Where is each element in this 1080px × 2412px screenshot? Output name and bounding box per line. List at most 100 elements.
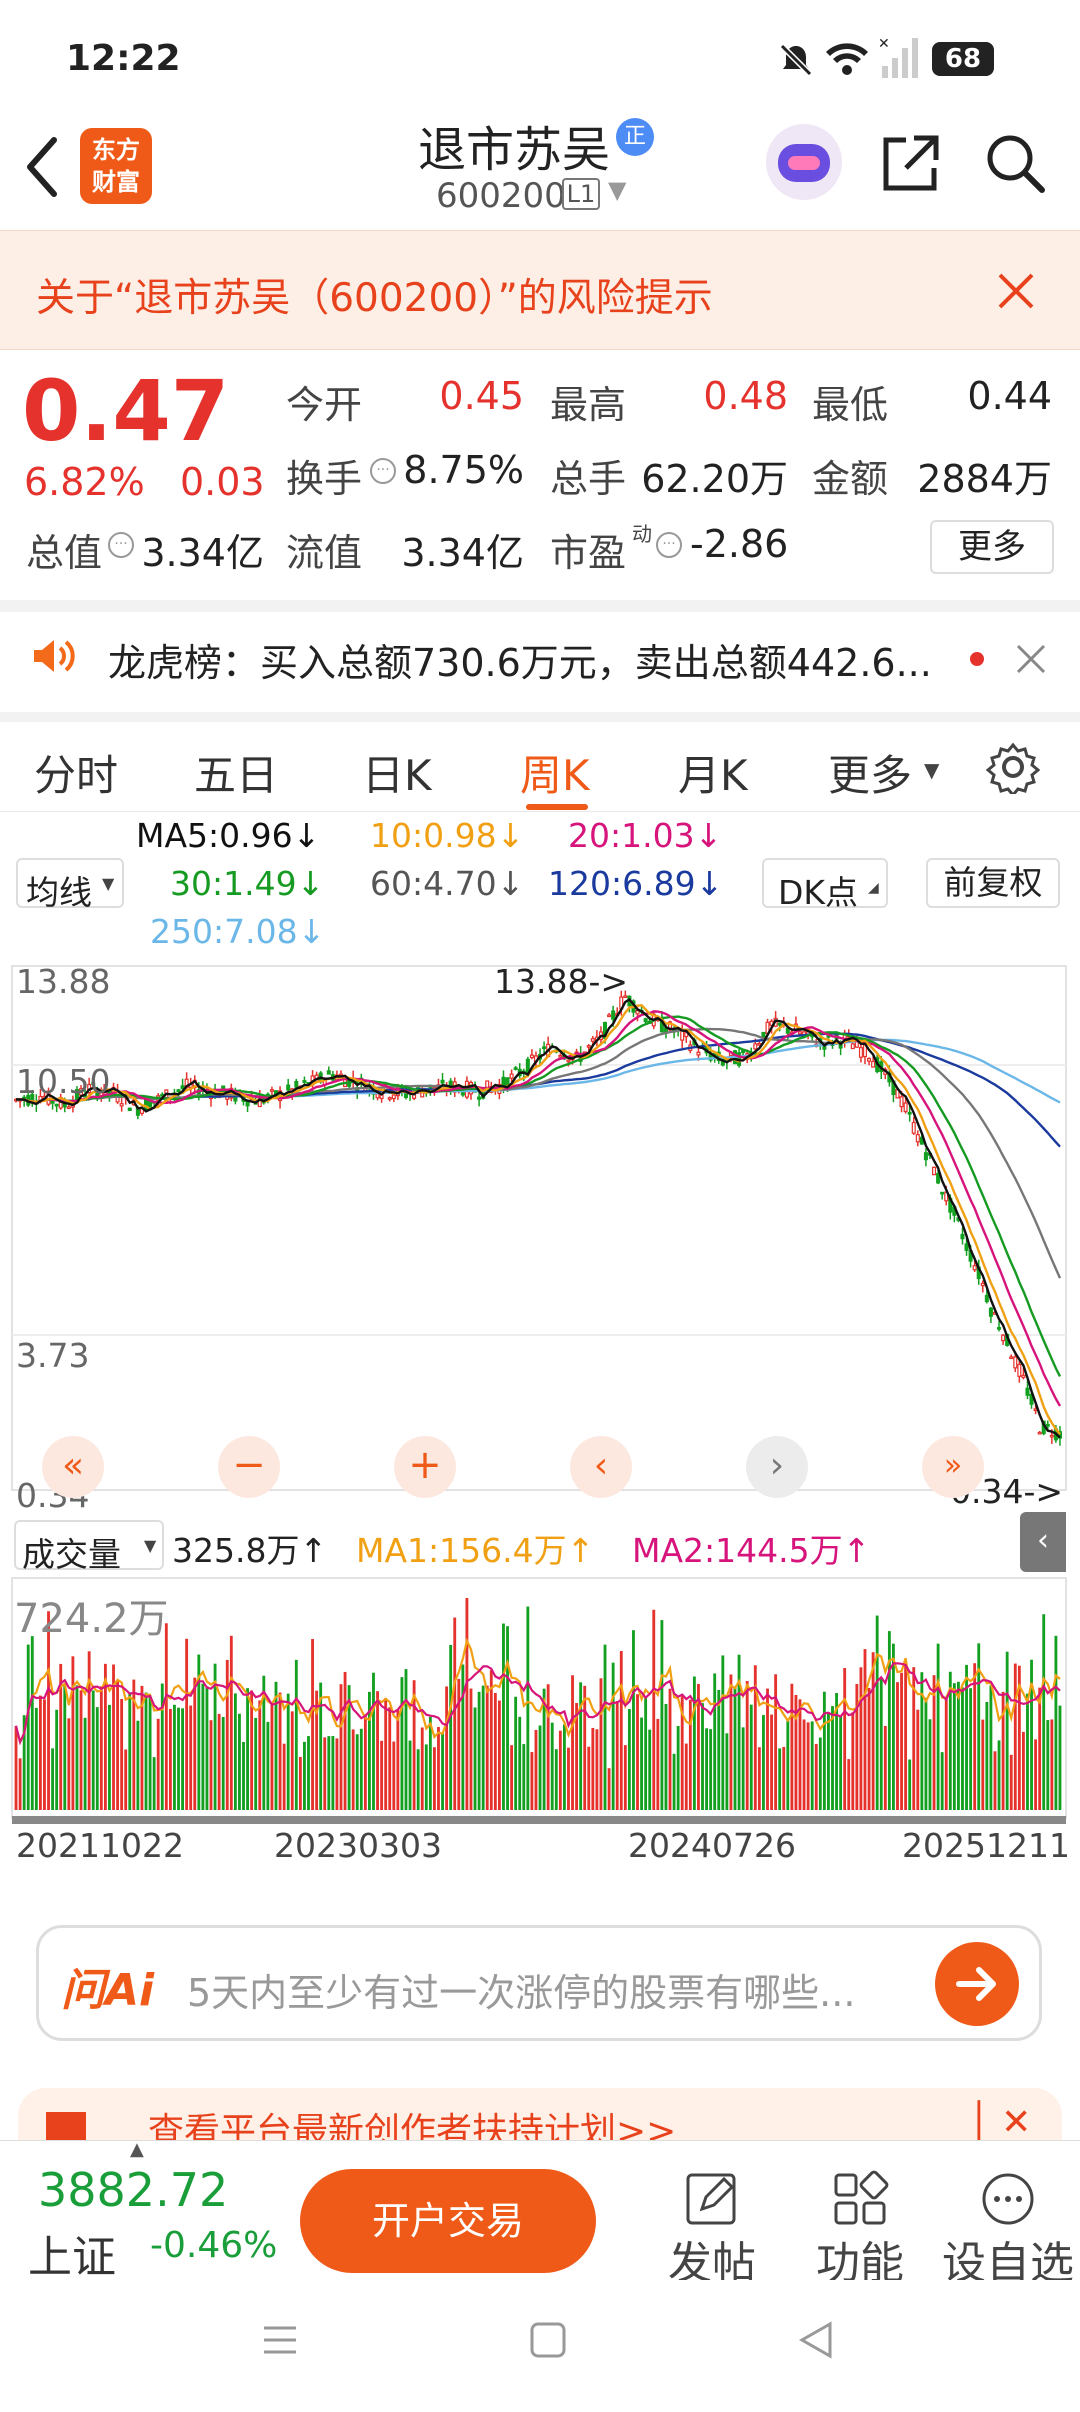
open-account-trade-button[interactable]: 开户交易 bbox=[300, 2169, 596, 2273]
home-icon[interactable] bbox=[528, 2320, 568, 2360]
volume-bar bbox=[961, 1687, 964, 1810]
candle-body bbox=[923, 1152, 928, 1161]
close-icon[interactable] bbox=[994, 269, 1038, 313]
candle-body bbox=[1001, 1334, 1006, 1342]
volume-bar bbox=[457, 1678, 461, 1810]
add-watchlist-button[interactable]: 设自选 bbox=[936, 2169, 1080, 2289]
volume-bar bbox=[822, 1691, 826, 1810]
creator-banner[interactable]: 查看平台最新创作者扶持计划>> │ ✕ bbox=[18, 2088, 1062, 2148]
info-icon[interactable]: ··· bbox=[370, 458, 396, 484]
tab-monthly-k[interactable]: 月K bbox=[678, 742, 748, 803]
volume-value: 325.8万↑ bbox=[172, 1531, 328, 1570]
tab-weekly-k[interactable]: 周K bbox=[520, 742, 590, 803]
info-icon[interactable]: ··· bbox=[656, 532, 682, 558]
volume-bar bbox=[766, 1688, 769, 1810]
volume-bar bbox=[168, 1708, 172, 1810]
volume-bar bbox=[985, 1701, 989, 1810]
volume-bar bbox=[786, 1718, 790, 1810]
volume-bar bbox=[940, 1752, 944, 1810]
chevron-down-icon[interactable]: ▼ bbox=[608, 176, 626, 204]
scroll-start-button[interactable]: « bbox=[42, 1436, 104, 1498]
volume-bar bbox=[497, 1700, 501, 1810]
ai-question-box[interactable]: 问Ai 5天内至少有过一次涨停的股票有哪些... bbox=[36, 1925, 1042, 2041]
back-icon[interactable] bbox=[20, 132, 64, 202]
index-value[interactable]: 3882.72 bbox=[38, 2163, 228, 2217]
volume-bar bbox=[205, 1686, 209, 1810]
volume-label: 总手 bbox=[550, 457, 627, 501]
candle-body bbox=[477, 1096, 482, 1100]
amount-label: 金额 bbox=[812, 457, 889, 501]
tab-intraday[interactable]: 分时 bbox=[34, 742, 118, 803]
more-button[interactable]: 更多 bbox=[930, 520, 1054, 574]
volume-bar bbox=[546, 1684, 550, 1810]
risk-notice[interactable]: 关于“退市苏吴（600200）”的风险提示 bbox=[0, 230, 1080, 350]
volume-bar bbox=[1013, 1663, 1017, 1810]
volume-bar bbox=[603, 1644, 607, 1810]
dk-point-toggle[interactable]: DK点 ◢ bbox=[762, 858, 888, 912]
volume-ma1: MA1:156.4万↑ bbox=[356, 1531, 595, 1570]
info-icon[interactable]: ··· bbox=[108, 532, 134, 558]
ask-arrow-button[interactable] bbox=[935, 1942, 1019, 2026]
candle-body bbox=[294, 1080, 299, 1088]
y-tick-label: 13.88 bbox=[16, 962, 111, 1001]
post-button[interactable]: 发帖 bbox=[658, 2169, 766, 2289]
close-icon[interactable] bbox=[1014, 642, 1048, 676]
candle-body bbox=[529, 1054, 534, 1059]
adjust-mode-button[interactable]: 前复权 bbox=[926, 858, 1060, 908]
volume-bar bbox=[989, 1685, 993, 1810]
candle-body bbox=[980, 1282, 985, 1287]
dragon-tiger-ticker[interactable]: 龙虎榜：买入总额730.6万元，卖出总额442.6... bbox=[0, 600, 1080, 700]
volume-bar bbox=[485, 1685, 489, 1810]
chevron-down-icon[interactable]: ▼ bbox=[924, 758, 939, 782]
settings-gear-icon[interactable] bbox=[986, 740, 1040, 794]
scroll-left-button[interactable]: ‹ bbox=[570, 1436, 632, 1498]
function-button[interactable]: 功能 bbox=[806, 2169, 914, 2289]
volume-bar bbox=[749, 1704, 753, 1810]
zoom-in-button[interactable]: + bbox=[394, 1436, 456, 1498]
search-icon[interactable] bbox=[982, 130, 1048, 196]
chevron-up-icon[interactable]: ▲ bbox=[130, 2139, 144, 2160]
volume-bar bbox=[327, 1736, 331, 1810]
collapse-panel-button[interactable]: ‹ bbox=[1020, 1512, 1066, 1572]
volume-bar bbox=[522, 1744, 526, 1810]
level-badge[interactable]: L1 bbox=[562, 178, 600, 210]
volume-bar bbox=[1042, 1614, 1046, 1810]
share-icon[interactable] bbox=[878, 130, 944, 196]
x-tick-label: 20230303 bbox=[274, 1826, 442, 1865]
volume-bar bbox=[193, 1677, 197, 1810]
scroll-end-button[interactable]: » bbox=[922, 1436, 984, 1498]
float-label: 流值 bbox=[286, 531, 363, 575]
ma-selector[interactable]: 均线 ▼ bbox=[16, 858, 124, 912]
ai-assistant-icon[interactable] bbox=[766, 124, 842, 200]
kline-svg[interactable] bbox=[0, 958, 1080, 1958]
volume-bar bbox=[587, 1746, 591, 1810]
tab-daily-k[interactable]: 日K bbox=[362, 742, 432, 803]
candle-body bbox=[440, 1079, 445, 1084]
volume-bar bbox=[351, 1729, 355, 1810]
pe-superscript: 动 bbox=[632, 522, 652, 546]
volume-bar bbox=[242, 1741, 245, 1810]
battery-icon: 68 bbox=[932, 42, 994, 76]
volume-bar bbox=[567, 1747, 570, 1810]
zoom-out-button[interactable]: − bbox=[218, 1436, 280, 1498]
volume-bar bbox=[99, 1686, 103, 1810]
candle-body bbox=[66, 1106, 71, 1110]
volume-bar bbox=[648, 1729, 652, 1810]
tab-five-day[interactable]: 五日 bbox=[194, 742, 278, 803]
scroll-right-button[interactable]: › bbox=[746, 1436, 808, 1498]
volume-bar bbox=[43, 1699, 46, 1810]
tab-more[interactable]: 更多 bbox=[828, 742, 912, 803]
volume-bar bbox=[258, 1700, 262, 1810]
volume-bar bbox=[376, 1691, 379, 1810]
volume-bar bbox=[420, 1727, 424, 1810]
volume-indicator-selector[interactable]: 成交量 ▼ bbox=[14, 1520, 164, 1574]
last-price: 0.47 bbox=[22, 362, 230, 460]
kline-chart[interactable]: 13.88 10.50 3.73 0.34 13.88-> 0.34-> « −… bbox=[0, 958, 1080, 1958]
volume-bar bbox=[510, 1745, 514, 1810]
ai-question-placeholder[interactable]: 5天内至少有过一次涨停的股票有哪些... bbox=[187, 1962, 855, 2017]
quote-panel: 0.47 6.82% 0.03 今开 0.45 最高 0.48 最低 0.44 … bbox=[0, 350, 1080, 598]
volume-bar bbox=[936, 1643, 940, 1810]
back-nav-icon[interactable] bbox=[796, 2320, 836, 2360]
close-icon[interactable]: │ ✕ bbox=[968, 2102, 1031, 2143]
menu-icon[interactable] bbox=[260, 2320, 300, 2360]
